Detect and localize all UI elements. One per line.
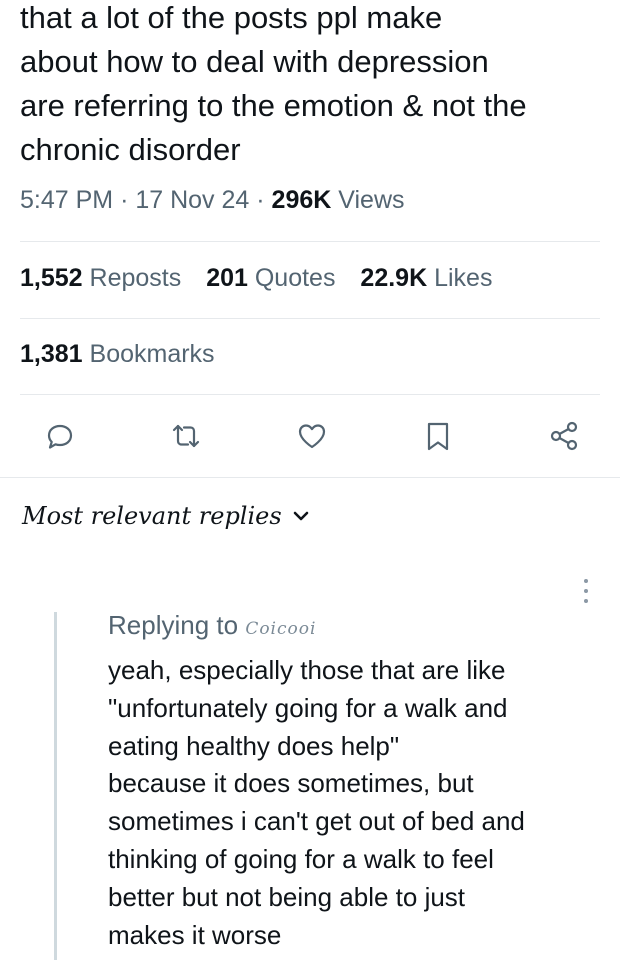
repost-icon	[172, 424, 200, 448]
reply-line: "unfortunately going for a walk and	[108, 692, 508, 723]
reply-line: thinking of going for a walk to feel	[108, 843, 494, 874]
more-options-button[interactable]	[574, 576, 598, 606]
reply-icon	[47, 424, 73, 449]
repost-button[interactable]	[166, 416, 206, 456]
reply-line: because it does sometimes, but	[108, 768, 474, 799]
thread-line	[54, 612, 57, 960]
like-button[interactable]	[292, 416, 332, 456]
reposts-count: 1,552	[20, 264, 83, 292]
views-label: Views	[338, 186, 405, 214]
reply-button[interactable]	[40, 416, 80, 456]
divider	[0, 477, 620, 478]
bookmarks-label: Bookmarks	[89, 340, 215, 368]
replying-handle[interactable]: Coicooi	[245, 619, 316, 639]
quotes-label: Quotes	[254, 264, 336, 292]
likes-stat[interactable]: 22.9K Likes	[360, 264, 492, 293]
share-button[interactable]	[544, 416, 584, 456]
action-bar	[40, 416, 584, 456]
reply-line: better but not being able to just	[108, 881, 466, 912]
quotes-stat[interactable]: 201 Quotes	[206, 264, 335, 293]
reply-line: sometimes i can't get out of bed and	[108, 806, 525, 837]
bookmarks-stat[interactable]: 1,381 Bookmarks	[20, 340, 233, 369]
likes-count: 22.9K	[360, 264, 428, 292]
divider	[20, 241, 600, 242]
divider	[20, 394, 600, 395]
tweet-meta: 5:47 PM · 17 Nov 24 · 296K Views	[20, 186, 405, 215]
reply-line: yeah, especially those that are like	[108, 655, 506, 685]
quotes-count: 201	[206, 264, 248, 292]
reply-line: eating healthy does help"	[108, 730, 400, 761]
bookmark-button[interactable]	[418, 416, 458, 456]
bookmark-icon	[427, 422, 449, 451]
chevron-down-icon	[293, 511, 308, 521]
views-count: 296K	[271, 186, 332, 214]
meta-separator: ·	[120, 186, 129, 214]
likes-label: Likes	[434, 264, 493, 292]
replying-to: Replying to Coicooi	[108, 610, 316, 641]
bookmarks-count: 1,381	[20, 340, 83, 368]
tweet-date[interactable]: 17 Nov 24	[135, 186, 249, 214]
dot	[584, 579, 588, 583]
replies-sort-label: Most relevant replies	[22, 502, 282, 530]
reposts-label: Reposts	[89, 264, 182, 292]
replies-sort-dropdown[interactable]: Most relevant replies	[22, 502, 310, 530]
like-icon	[298, 424, 326, 449]
reply-line: makes it worse	[108, 919, 282, 950]
reposts-stat[interactable]: 1,552 Reposts	[20, 264, 181, 293]
reply-text: yeah, especially those that are like "un…	[108, 652, 608, 954]
meta-separator: ·	[256, 186, 265, 214]
tweet-time[interactable]: 5:47 PM	[20, 186, 113, 214]
share-icon	[550, 421, 578, 451]
tweet-text: that a lot of the posts ppl make about h…	[20, 0, 527, 167]
divider	[20, 318, 600, 319]
dot	[584, 599, 588, 603]
replying-prefix: Replying to	[108, 610, 239, 640]
engagement-stats: 1,552 Reposts 201 Quotes 22.9K Likes	[20, 264, 510, 293]
dot	[584, 589, 588, 593]
